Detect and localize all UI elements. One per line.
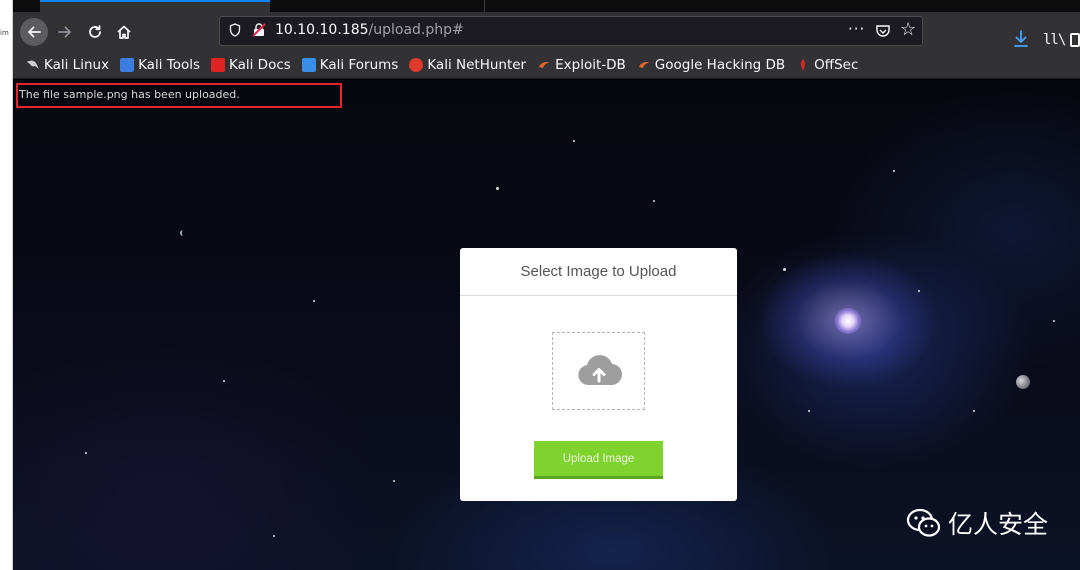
star (918, 290, 920, 292)
nebula-background (835, 308, 861, 334)
left-edge-fragment: im (0, 29, 9, 37)
bookmark-label: Google Hacking DB (654, 57, 786, 73)
navigation-toolbar: 10.10.10.185/upload.php# ··· ☆ ll\ (13, 12, 1080, 52)
bookmark-kali-tools[interactable]: Kali Tools (120, 57, 200, 73)
upload-card: Select Image to Upload Upload Image (460, 248, 737, 501)
reload-icon (89, 25, 101, 38)
bookmark-kali-nethunter[interactable]: Kali NetHunter (409, 57, 526, 73)
star (893, 170, 895, 172)
star (496, 187, 499, 190)
ghdb-icon (637, 58, 651, 72)
watermark-text: 亿人安全 (948, 510, 1049, 539)
star (573, 140, 575, 142)
home-icon (117, 25, 131, 39)
star (808, 410, 810, 412)
back-button[interactable] (20, 18, 48, 46)
bookmark-label: Kali NetHunter (427, 57, 527, 73)
download-icon[interactable] (1013, 30, 1029, 48)
bookmark-google-hacking-db[interactable]: Google Hacking DB (637, 57, 785, 73)
address-bar[interactable]: 10.10.10.185/upload.php# ··· ☆ (219, 16, 923, 46)
star (85, 452, 87, 454)
distant-moon (180, 230, 186, 236)
kali-docs-icon (211, 58, 225, 72)
bookmark-star-icon[interactable]: ☆ (900, 19, 916, 40)
sidebar-icon[interactable] (1070, 33, 1080, 47)
star (223, 380, 225, 382)
left-window-edge: im (0, 0, 13, 570)
kali-dragon-icon (26, 58, 40, 72)
page-actions-menu-button[interactable]: ··· (848, 20, 865, 38)
wechat-watermark: 亿人安全 (906, 505, 1048, 541)
card-title: Select Image to Upload (460, 248, 737, 296)
kali-tools-icon (120, 58, 135, 72)
back-arrow-icon (28, 26, 41, 38)
insecure-connection-icon[interactable] (252, 23, 266, 37)
star (1053, 320, 1055, 322)
star (273, 535, 275, 537)
bookmark-label: Kali Forums (319, 57, 399, 73)
forward-arrow-icon (58, 26, 71, 38)
bookmark-label: Kali Linux (44, 57, 110, 73)
bookmark-kali-forums[interactable]: Kali Forums (301, 57, 399, 73)
cloud-upload-icon (577, 355, 622, 386)
bookmarks-toolbar: Kali Linux Kali Tools Kali Docs Kali For… (13, 52, 1080, 79)
bookmark-offsec[interactable]: OffSec (796, 57, 858, 73)
upload-status-message: The file sample.png has been uploaded. (16, 83, 342, 108)
star (393, 480, 395, 482)
star (783, 268, 786, 271)
bookmark-exploit-db[interactable]: Exploit-DB (537, 57, 626, 73)
wechat-icon (906, 508, 941, 537)
pocket-icon[interactable] (875, 23, 891, 39)
star (653, 200, 655, 202)
tab-inactive[interactable] (275, 0, 485, 12)
upload-status-text: The file sample.png has been uploaded. (19, 88, 240, 101)
forward-button[interactable] (51, 18, 79, 46)
offsec-icon (796, 58, 810, 72)
tracking-protection-shield-icon[interactable] (229, 23, 241, 37)
bookmark-kali-linux[interactable]: Kali Linux (26, 57, 109, 73)
image-dropzone[interactable] (552, 332, 645, 410)
star (973, 410, 975, 412)
bookmark-label: OffSec (814, 57, 859, 73)
bookmark-kali-docs[interactable]: Kali Docs (211, 57, 291, 73)
bookmark-label: Kali Docs (229, 57, 291, 73)
tab-strip (13, 0, 1080, 12)
upload-image-button[interactable]: Upload Image (534, 441, 663, 479)
star (313, 300, 315, 302)
url-text[interactable]: 10.10.10.185/upload.php# (275, 22, 464, 38)
kali-forums-icon (301, 58, 316, 72)
bookmark-label: Kali Tools (138, 57, 200, 73)
library-icon[interactable]: ll\ (1043, 32, 1066, 48)
home-button[interactable] (110, 18, 138, 46)
page-content: The file sample.png has been uploaded. S… (13, 80, 1080, 570)
reload-button[interactable] (81, 18, 109, 46)
url-path: /upload.php# (368, 22, 464, 38)
tab-active[interactable] (40, 0, 270, 12)
bookmark-label: Exploit-DB (555, 57, 626, 73)
url-host: 10.10.10.185 (275, 22, 369, 38)
distant-planet (1016, 375, 1030, 389)
browser-window: 10.10.10.185/upload.php# ··· ☆ ll\ Kali … (13, 0, 1080, 570)
kali-nethunter-icon (409, 58, 424, 72)
exploit-db-icon (537, 58, 551, 72)
